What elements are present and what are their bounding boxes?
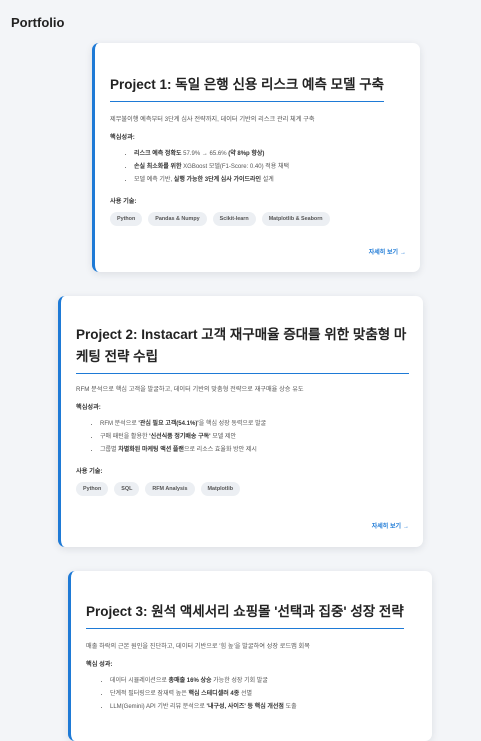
result-item: 모델 예측 기반, 실행 가능한 3단계 심사 가이드라인 설계 (134, 174, 406, 187)
result-item: 데이터 시뮬레이션으로 총매출 16% 상승 가능한 성장 기회 발굴 (110, 675, 418, 688)
project-title: Project 2: Instacart 고객 재구매율 증대를 위한 맞춤형 … (76, 324, 409, 374)
result-item: 리스크 예측 정확도 57.9% → 65.6% (약 8%p 향상) (134, 148, 406, 161)
page-title: Portfolio (11, 15, 65, 30)
result-item: 단계적 필터링으로 잠재력 높은 핵심 스테디셀러 4종 선별 (110, 688, 418, 701)
tech-tag: Matplotlib & Seaborn (261, 212, 330, 226)
tech-tag: Scikit-learn (212, 212, 256, 226)
view-more-label: 자세히 보기 (368, 250, 398, 256)
tech-tag: RFM Analysis (145, 482, 195, 496)
project-description: 매출 하락의 근본 원인을 진단하고, 데이터 기반으로 '힘 높'을 발굴하여… (86, 643, 310, 650)
result-item: 손실 최소화를 위한 XGBoost 모델(F1-Score: 0.40) 적용… (134, 161, 406, 174)
tech-label: 사용 기술: (110, 198, 137, 205)
result-item: RFM 분석으로 '관심 필요 고객(54.1%)'을 핵심 성장 동력으로 발… (100, 418, 409, 431)
results-label: 핵심 성과: (86, 661, 113, 668)
tech-tag: Matplotlib (200, 482, 240, 496)
view-more-link[interactable]: 자세히 보기 → (372, 521, 409, 530)
tech-tags: Python Pandas & Numpy Scikit-learn Matplotl… (110, 212, 406, 226)
result-item: 구매 패턴을 활용한 '신선식품 정기배송 구독' 모델 제안 (100, 431, 409, 444)
project-card-3[interactable]: Project 3: 원석 액세서리 쇼핑몰 '선택과 집중' 성장 전략 매출… (68, 571, 432, 741)
result-item: LLM(Gemini) API 기반 리뷰 분석으로 '내구성, 사이즈' 등 … (110, 701, 418, 714)
results-label: 핵심성과: (110, 134, 135, 141)
project-description: RFM 분석으로 핵심 고객을 발굴하고, 데이터 기반의 맞춤형 전략으로 재… (76, 386, 304, 393)
results-label: 핵심성과: (76, 404, 101, 411)
tech-tag: Python (110, 212, 143, 226)
arrow-right-icon: → (400, 250, 406, 256)
tech-label: 사용 기술: (76, 468, 103, 475)
results-list: 리스크 예측 정확도 57.9% → 65.6% (약 8%p 향상)손실 최소… (110, 148, 406, 187)
view-more-link[interactable]: 자세히 보기 → (369, 247, 406, 256)
arrow-right-icon: → (403, 524, 409, 530)
project-card-2[interactable]: Project 2: Instacart 고객 재구매율 증대를 위한 맞춤형 … (58, 296, 423, 547)
tech-tag: SQL (114, 482, 140, 496)
tech-tag: Python (76, 482, 109, 496)
project-card-1[interactable]: Project 1: 독일 은행 신용 리스크 예측 모델 구축 제무불이행 예… (92, 43, 420, 272)
project-description: 제무불이행 예측부터 3단계 심사 전략까지, 데이터 기반의 리스크 관리 체… (110, 116, 315, 123)
view-more-label: 자세히 보기 (371, 524, 401, 530)
result-item: 그룹별 차별화된 마케팅 액션 플랜으로 리소스 효율화 방안 제시 (100, 444, 409, 457)
results-list: 데이터 시뮬레이션으로 총매출 16% 상승 가능한 성장 기회 발굴단계적 필… (86, 675, 418, 714)
results-list: RFM 분석으로 '관심 필요 고객(54.1%)'을 핵심 성장 동력으로 발… (76, 418, 409, 457)
tech-tag: Pandas & Numpy (148, 212, 207, 226)
project-title: Project 3: 원석 액세서리 쇼핑몰 '선택과 집중' 성장 전략 (86, 601, 404, 629)
project-title: Project 1: 독일 은행 신용 리스크 예측 모델 구축 (110, 74, 385, 102)
tech-tags: Python SQL RFM Analysis Matplotlib (76, 482, 409, 496)
